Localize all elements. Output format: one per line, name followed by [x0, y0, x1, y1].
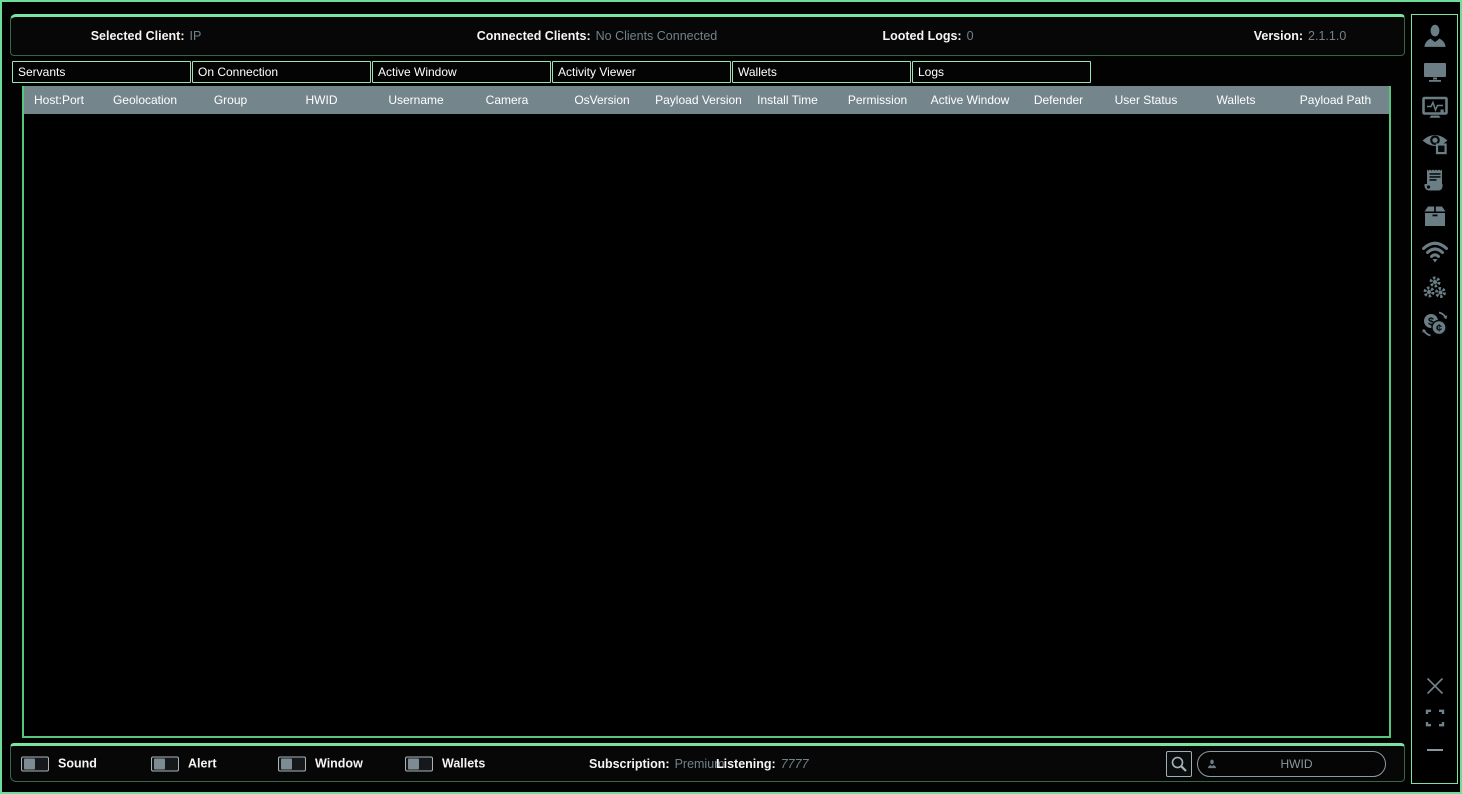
wallets-label: Wallets: [442, 757, 485, 771]
sound-checkbox-knob: [24, 758, 35, 769]
client-icon: [1422, 23, 1448, 49]
activity-monitor-icon: [1421, 95, 1449, 121]
connected-clients-stat: Connected Clients: No Clients Connected: [477, 17, 718, 55]
minimize-icon: [1423, 746, 1447, 754]
client-button[interactable]: [1419, 23, 1451, 49]
tab-servants[interactable]: Servants: [12, 61, 191, 83]
wifi-icon: [1421, 240, 1449, 264]
column-header-defender[interactable]: Defender: [1015, 93, 1102, 107]
tab-strip: Servants On Connection Active Window Act…: [12, 61, 1091, 83]
column-header-host-port[interactable]: Host:Port: [24, 93, 102, 107]
column-header-install-time[interactable]: Install Time: [745, 93, 830, 107]
maximize-icon: [1423, 706, 1447, 730]
tab-logs[interactable]: Logs: [912, 61, 1091, 83]
wallets-checkbox[interactable]: [405, 756, 433, 771]
currency-exchange-button[interactable]: $ ¢: [1419, 311, 1451, 337]
close-icon: [1422, 674, 1448, 698]
looted-logs-stat: Looted Logs: 0: [882, 17, 973, 55]
tab-active-window[interactable]: Active Window: [372, 61, 551, 83]
looted-logs-value: 0: [967, 29, 974, 43]
close-window-button[interactable]: [1419, 675, 1451, 697]
minimize-window-button[interactable]: [1419, 739, 1451, 761]
alert-checkbox-knob: [154, 758, 165, 769]
version-stat: Version: 2.1.1.0: [1254, 17, 1347, 55]
selected-client-stat: Selected Client: IP: [91, 17, 202, 55]
bottom-bar: Sound Alert Window Wallets Subscription:…: [10, 743, 1405, 782]
version-value: 2.1.1.0: [1308, 29, 1346, 43]
listening-port-value: 7777: [781, 757, 809, 771]
search-button[interactable]: [1166, 751, 1192, 777]
tab-on-connection[interactable]: On Connection: [192, 61, 371, 83]
top-status-bar: Selected Client: IP Connected Clients: N…: [10, 14, 1405, 56]
column-header-active-window[interactable]: Active Window: [925, 93, 1015, 107]
svg-text:¢: ¢: [1435, 322, 1441, 334]
listening-stat: Listening: 7777: [716, 757, 809, 771]
viewer-eye-icon: [1421, 131, 1449, 157]
listening-label: Listening:: [716, 757, 776, 771]
column-header-wallets[interactable]: Wallets: [1190, 93, 1282, 107]
tab-activity-viewer[interactable]: Activity Viewer: [552, 61, 731, 83]
column-header-geolocation[interactable]: Geolocation: [102, 93, 188, 107]
selected-client-value: IP: [189, 29, 201, 43]
remote-desktop-icon: [1422, 60, 1448, 84]
looted-logs-label: Looted Logs:: [882, 29, 961, 43]
subscription-label: Subscription:: [589, 757, 670, 771]
currency-exchange-icon: $ ¢: [1420, 310, 1450, 338]
version-label: Version:: [1254, 29, 1303, 43]
logs-button[interactable]: [1419, 167, 1451, 193]
package-button[interactable]: [1419, 203, 1451, 229]
sound-checkbox[interactable]: [21, 756, 49, 771]
maximize-window-button[interactable]: [1419, 707, 1451, 729]
gears-icon: [1421, 274, 1449, 302]
package-box-icon: [1421, 203, 1449, 229]
column-header-camera[interactable]: Camera: [462, 93, 552, 107]
hwid-search-box: [1197, 751, 1386, 777]
column-header-group[interactable]: Group: [188, 93, 273, 107]
selected-client-label: Selected Client:: [91, 29, 185, 43]
alert-checkbox[interactable]: [151, 756, 179, 771]
subscription-stat: Subscription: Premium: [589, 757, 725, 771]
network-button[interactable]: [1419, 239, 1451, 265]
clients-table-body: [24, 114, 1389, 736]
column-header-hwid[interactable]: HWID: [273, 93, 370, 107]
sound-toggle-group: Sound: [21, 756, 97, 771]
search-icon: [1170, 755, 1188, 773]
activity-monitor-button[interactable]: [1419, 95, 1451, 121]
wallets-checkbox-knob: [408, 758, 419, 769]
window-label: Window: [315, 757, 363, 771]
clients-table-header: Host:Port Geolocation Group HWID Usernam…: [24, 86, 1389, 114]
clients-table: Host:Port Geolocation Group HWID Usernam…: [22, 86, 1391, 738]
column-header-username[interactable]: Username: [370, 93, 462, 107]
settings-button[interactable]: [1419, 275, 1451, 301]
window-checkbox-knob: [281, 758, 292, 769]
alert-toggle-group: Alert: [151, 756, 216, 771]
column-header-payload-path[interactable]: Payload Path: [1282, 93, 1389, 107]
column-header-osversion[interactable]: OsVersion: [552, 93, 652, 107]
viewer-button[interactable]: [1419, 131, 1451, 157]
column-header-user-status[interactable]: User Status: [1102, 93, 1190, 107]
wallets-toggle-group: Wallets: [405, 756, 485, 771]
tab-wallets[interactable]: Wallets: [732, 61, 911, 83]
window-toggle-group: Window: [278, 756, 363, 771]
alert-label: Alert: [188, 757, 216, 771]
column-header-payload-version[interactable]: Payload Version: [652, 93, 745, 107]
column-header-permission[interactable]: Permission: [830, 93, 925, 107]
client-control-panel-window: Selected Client: IP Connected Clients: N…: [0, 0, 1462, 794]
hwid-search-input[interactable]: [1217, 756, 1376, 772]
window-checkbox[interactable]: [278, 756, 306, 771]
connected-clients-value: No Clients Connected: [596, 29, 718, 43]
sidebar-toolbar: $ ¢: [1411, 14, 1458, 784]
logs-receipt-icon: [1421, 167, 1449, 193]
remote-desktop-button[interactable]: [1419, 59, 1451, 85]
sound-label: Sound: [58, 757, 97, 771]
connected-clients-label: Connected Clients:: [477, 29, 591, 43]
client-icon: [1207, 756, 1217, 772]
